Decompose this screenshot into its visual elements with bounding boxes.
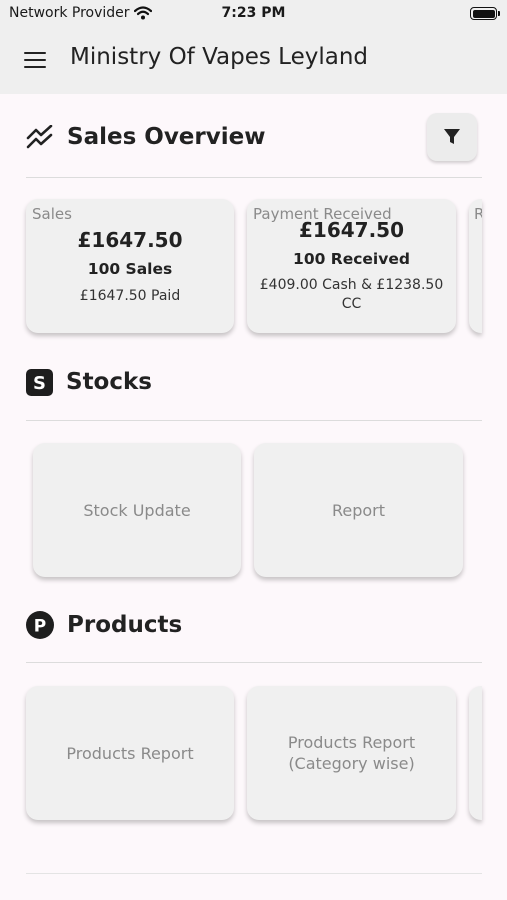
card-label: R: [474, 205, 482, 223]
section-title-stocks: Stocks: [66, 369, 152, 395]
section-title-products: Products: [67, 612, 183, 638]
partial-card[interactable]: R: [469, 199, 482, 333]
filter-button[interactable]: [427, 113, 477, 161]
payment-breakdown: £409.00 Cash & £1238.50 CC: [259, 277, 444, 312]
products-category-report-card[interactable]: Products Report (Category wise): [247, 686, 456, 820]
status-bar: Network Provider 7:23 PM: [0, 0, 507, 28]
stock-update-card[interactable]: Stock Update: [33, 443, 241, 577]
section-title-sales-overview: Sales Overview: [67, 124, 266, 150]
payment-amount: £1647.50: [298, 218, 404, 242]
stocks-header: S Stocks: [26, 360, 482, 404]
products-header: P Products: [26, 603, 482, 647]
sales-card[interactable]: Sales £1647.50 100 Sales £1647.50 Paid: [26, 199, 234, 333]
status-time: 7:23 PM: [221, 5, 286, 21]
card-label: Products Report: [66, 743, 194, 763]
hamburger-menu-icon[interactable]: [24, 52, 46, 69]
products-icon: P: [26, 611, 54, 639]
divider: [26, 873, 482, 874]
divider: [26, 177, 482, 178]
trending-up-icon: [26, 125, 53, 149]
sales-overview-header: Sales Overview: [26, 115, 482, 159]
payment-count: 100 Received: [293, 250, 410, 268]
app-title: Ministry Of Vapes Leyland: [70, 44, 369, 70]
stocks-icon: S: [26, 368, 53, 396]
sales-amount: £1647.50: [77, 228, 183, 252]
battery-icon: [470, 7, 500, 20]
filter-icon: [444, 129, 460, 144]
app-bar: Ministry Of Vapes Leyland: [0, 28, 507, 94]
card-label: Stock Update: [83, 500, 191, 520]
products-report-card[interactable]: Products Report: [26, 686, 234, 820]
card-label: Report: [331, 500, 386, 520]
sales-paid: £1647.50 Paid: [79, 288, 181, 304]
card-label: Sales: [32, 205, 72, 223]
svg-text:P: P: [34, 617, 46, 637]
divider: [26, 420, 482, 421]
svg-text:S: S: [33, 373, 46, 394]
payment-received-card[interactable]: Payment Received £1647.50 100 Received £…: [247, 199, 456, 333]
card-label: Products Report (Category wise): [287, 733, 416, 773]
divider: [26, 662, 482, 663]
stock-report-card[interactable]: Report: [254, 443, 463, 577]
sales-count: 100 Sales: [87, 260, 173, 278]
partial-card[interactable]: [469, 686, 482, 820]
